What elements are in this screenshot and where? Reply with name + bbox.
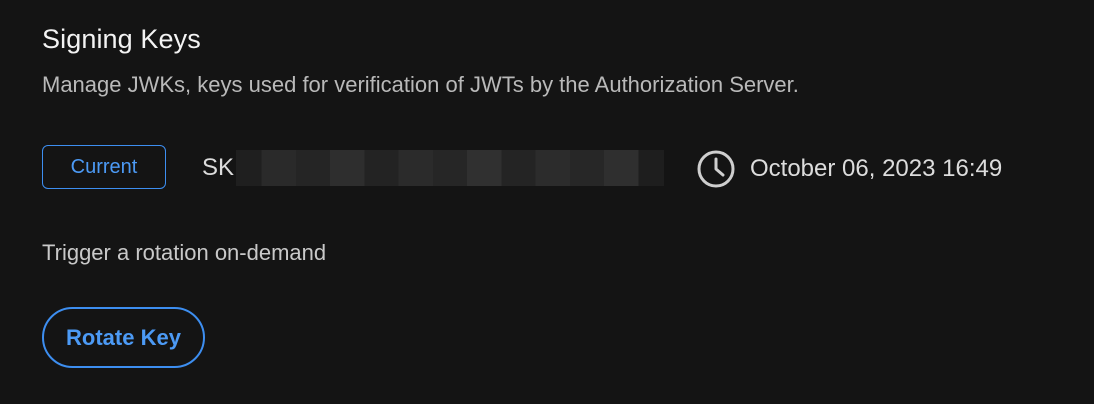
redacted-key-value [236,150,665,186]
signing-keys-panel: Signing Keys Manage JWKs, keys used for … [0,0,1094,404]
key-identifier: SK [202,150,665,186]
key-timestamp: October 06, 2023 16:49 [696,149,1002,189]
section-description: Manage JWKs, keys used for verification … [42,72,799,97]
rotate-key-button[interactable]: Rotate Key [42,307,205,368]
current-key-row: Current SK October 06, 2023 16:49 [42,145,1052,193]
rotation-heading: Trigger a rotation on-demand [42,240,327,265]
timestamp-text: October 06, 2023 16:49 [750,155,1003,182]
clock-icon [696,149,736,189]
current-badge: Current [42,145,166,189]
section-title: Signing Keys [42,24,201,54]
key-prefix: SK [202,154,235,181]
